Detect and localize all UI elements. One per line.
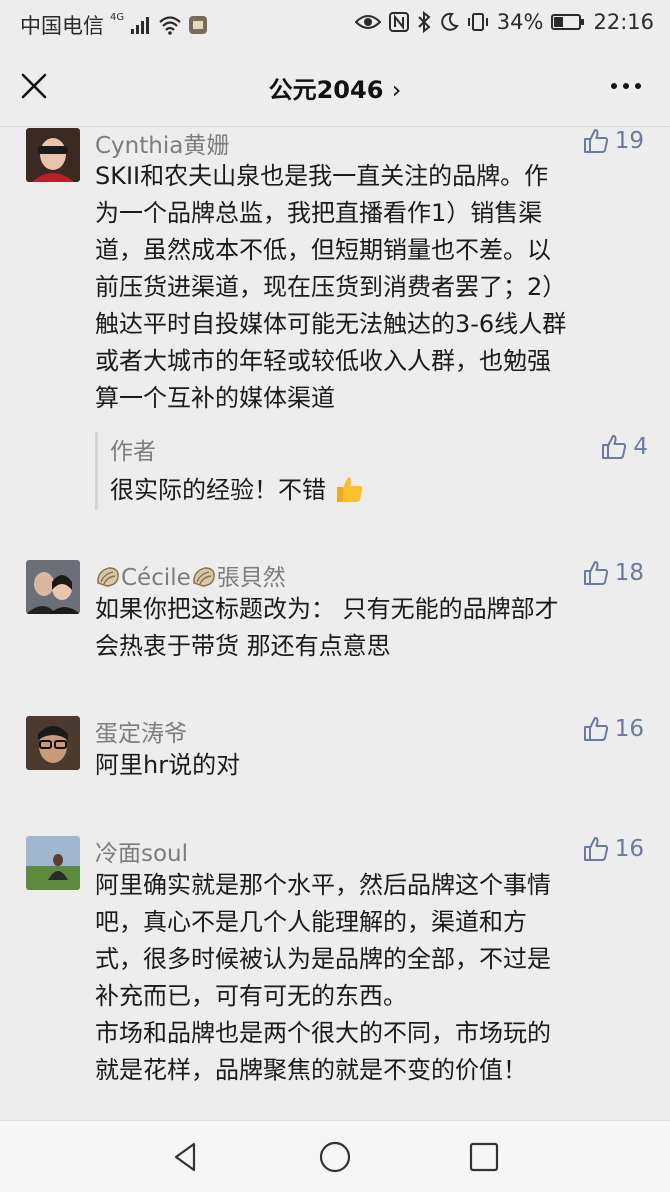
reply-text-content: 很实际的经验！不错 — [110, 476, 326, 504]
eye-icon — [354, 15, 381, 29]
like-button[interactable]: 16 — [583, 716, 644, 742]
thumbs-up-emoji-icon — [336, 477, 362, 502]
wifi-icon — [159, 16, 181, 35]
signal-icon — [131, 17, 150, 34]
thumbs-up-icon — [583, 717, 608, 741]
avatar[interactable] — [26, 560, 80, 614]
network-label: 4G — [110, 11, 125, 23]
comment-text: SKII和农夫山泉也是我一直关注的品牌。作 为一个品牌总监，我把直播看作1）销售… — [95, 162, 567, 412]
thumbs-up-icon — [583, 129, 608, 153]
avatar[interactable] — [26, 716, 80, 770]
like-count: 16 — [614, 836, 644, 862]
commenter-name: 蛋定涛爷 — [95, 721, 187, 747]
page-title[interactable]: 公元2046 › — [0, 70, 670, 105]
commenter-name: Cynthia黄姗 — [95, 133, 230, 159]
comment-text: 阿里hr说的对 — [95, 751, 241, 779]
carrier-label: 中国电信 — [20, 14, 104, 38]
avatar[interactable] — [26, 836, 80, 890]
recents-icon[interactable] — [466, 1139, 502, 1175]
app-notification-icon — [189, 16, 208, 34]
thumbs-up-icon — [583, 561, 608, 585]
clock: 22:16 — [593, 10, 654, 34]
reply-text: 很实际的经验！不错 — [110, 470, 364, 505]
thumbs-up-icon — [583, 837, 608, 861]
nav-bar: 公元2046 › — [0, 46, 670, 127]
nfc-icon — [388, 12, 409, 32]
page-title-text: 公元2046 — [268, 76, 384, 104]
comment-text: 如果你把这标题改为： 只有无能的品牌部才 会热衷于带货 那还有点意思 — [95, 595, 559, 660]
home-icon[interactable] — [317, 1139, 353, 1175]
commenter-name-secondary: 張貝然 — [216, 565, 286, 591]
commenter-name: Cécile 張貝然 — [95, 558, 286, 592]
vibrate-icon — [467, 13, 488, 31]
chevron-right-icon: › — [391, 76, 402, 104]
reply-author-name: 作者 — [110, 439, 156, 465]
battery-icon — [551, 14, 585, 30]
like-button[interactable]: 19 — [583, 128, 644, 154]
bluetooth-icon — [418, 11, 431, 33]
like-button[interactable]: 18 — [583, 560, 644, 586]
avatar[interactable] — [26, 128, 80, 182]
thumbs-up-icon — [602, 435, 627, 459]
like-count: 18 — [614, 560, 644, 586]
moon-icon — [440, 12, 459, 31]
like-count: 16 — [614, 716, 644, 742]
system-nav-bar — [0, 1120, 670, 1192]
reply-like-button[interactable]: 4 — [601, 434, 648, 460]
reply-like-count: 4 — [633, 434, 648, 460]
like-button[interactable]: 16 — [583, 836, 644, 862]
comment-text: 阿里确实就是那个水平，然后品牌这个事情 吧，真心不是几个人能理解的，渠道和方 式… — [95, 871, 551, 1084]
shell-emoji-icon — [97, 567, 119, 587]
shell-emoji-icon — [193, 567, 215, 587]
commenter-name: 冷面soul — [95, 841, 189, 867]
like-count: 19 — [614, 128, 644, 154]
more-icon[interactable] — [606, 68, 646, 104]
commenter-name-primary: Cécile — [121, 565, 191, 591]
author-reply: 作者 很实际的经验！不错 4 — [95, 432, 648, 510]
status-bar: 中国电信 4G 34% 22:16 — [0, 0, 670, 46]
comment-list[interactable]: Cynthia黄姗 19 SKII和农夫山泉也是我一直关注的品牌。作 为一个品牌… — [0, 126, 670, 1120]
battery-percent: 34% — [496, 10, 544, 34]
back-icon[interactable] — [168, 1139, 204, 1175]
